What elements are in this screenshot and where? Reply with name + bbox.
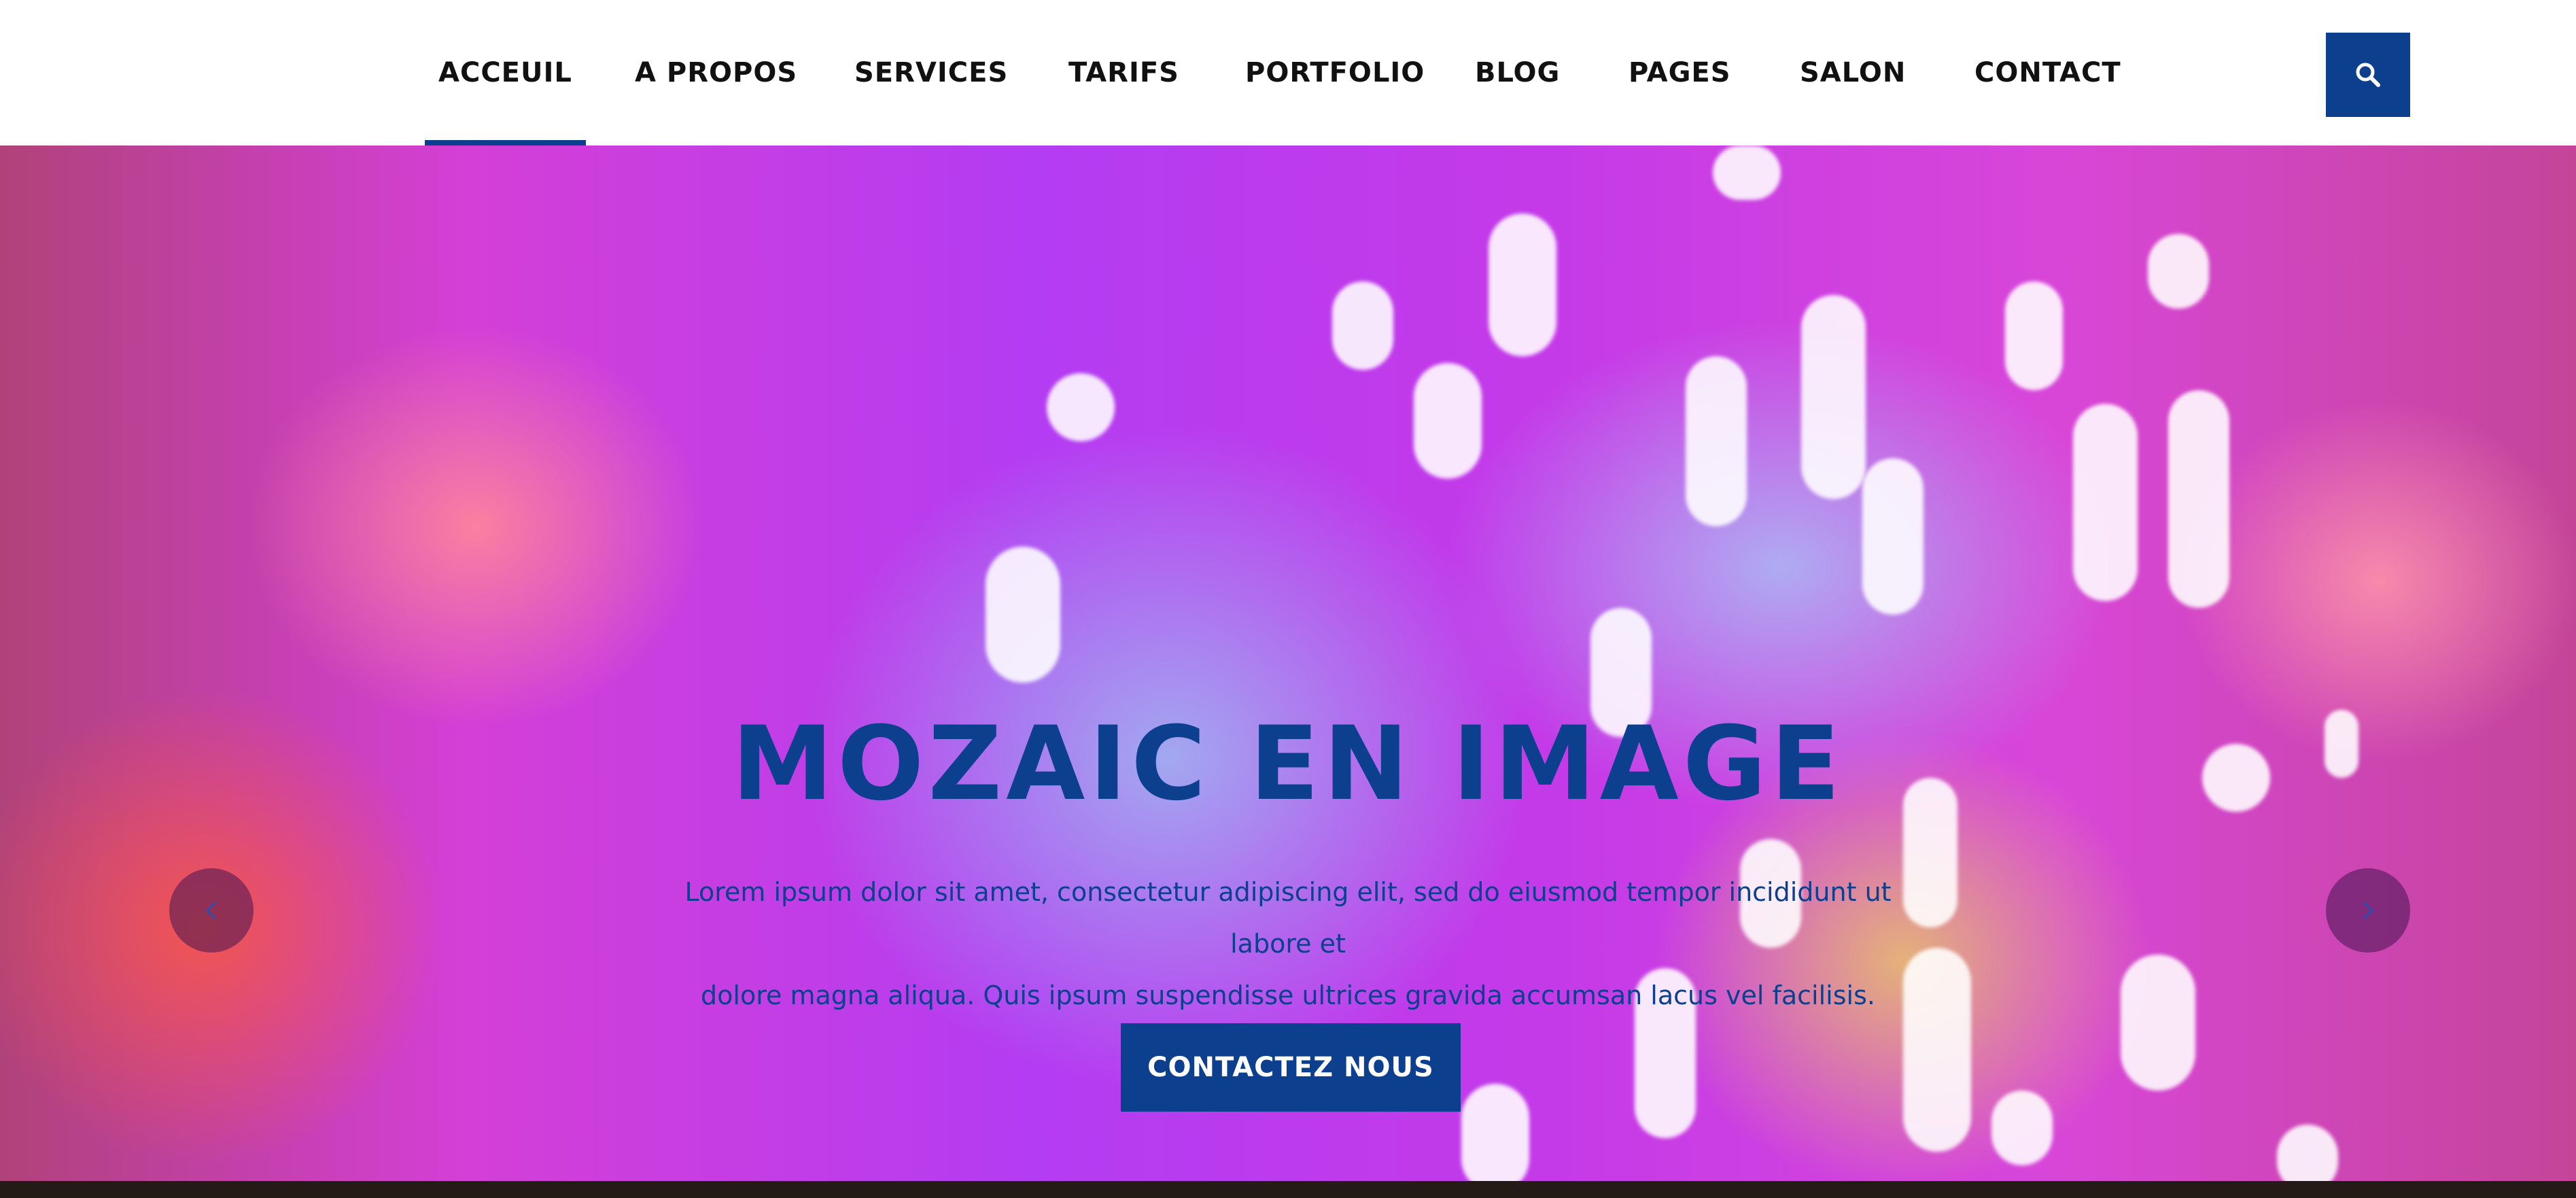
nav-item-tarifs[interactable]: TARIFS: [1068, 0, 1179, 146]
hero-slider: MOZAIC EN IMAGE Lorem ipsum dolor sit am…: [0, 146, 2576, 1181]
site-header: ACCEUIL A PROPOS SERVICES TARIFS PORTFOL…: [0, 0, 2576, 146]
chevron-right-icon: [2363, 901, 2374, 920]
contact-us-button[interactable]: CONTACTEZ NOUS: [1121, 1023, 1461, 1112]
nav-item-accueil[interactable]: ACCEUIL: [425, 0, 586, 146]
search-icon: [2356, 63, 2380, 87]
nav-item-pages[interactable]: PAGES: [1629, 0, 1731, 146]
chevron-left-icon: [205, 901, 217, 920]
nav-item-blog[interactable]: BLOG: [1475, 0, 1560, 146]
nav-item-salon[interactable]: SALON: [1800, 0, 1906, 146]
nav-item-contact[interactable]: CONTACT: [1974, 0, 2121, 146]
hero-description-line-2: dolore magna aliqua. Quis ipsum suspendi…: [701, 980, 1875, 1010]
nav-item-a-propos[interactable]: A PROPOS: [635, 0, 797, 146]
hero-description: Lorem ipsum dolor sit amet, consectetur …: [652, 866, 1924, 1021]
bottom-section-edge: [0, 1181, 2576, 1198]
search-button[interactable]: [2326, 33, 2410, 117]
slider-next-button[interactable]: [2326, 868, 2410, 953]
hero-description-line-1: Lorem ipsum dolor sit amet, consectetur …: [684, 877, 1892, 959]
slider-prev-button[interactable]: [169, 868, 254, 953]
hero-title: MOZAIC EN IMAGE: [731, 705, 1845, 823]
nav-item-portfolio[interactable]: PORTFOLIO: [1245, 0, 1425, 146]
nav-item-services[interactable]: SERVICES: [854, 0, 1008, 146]
